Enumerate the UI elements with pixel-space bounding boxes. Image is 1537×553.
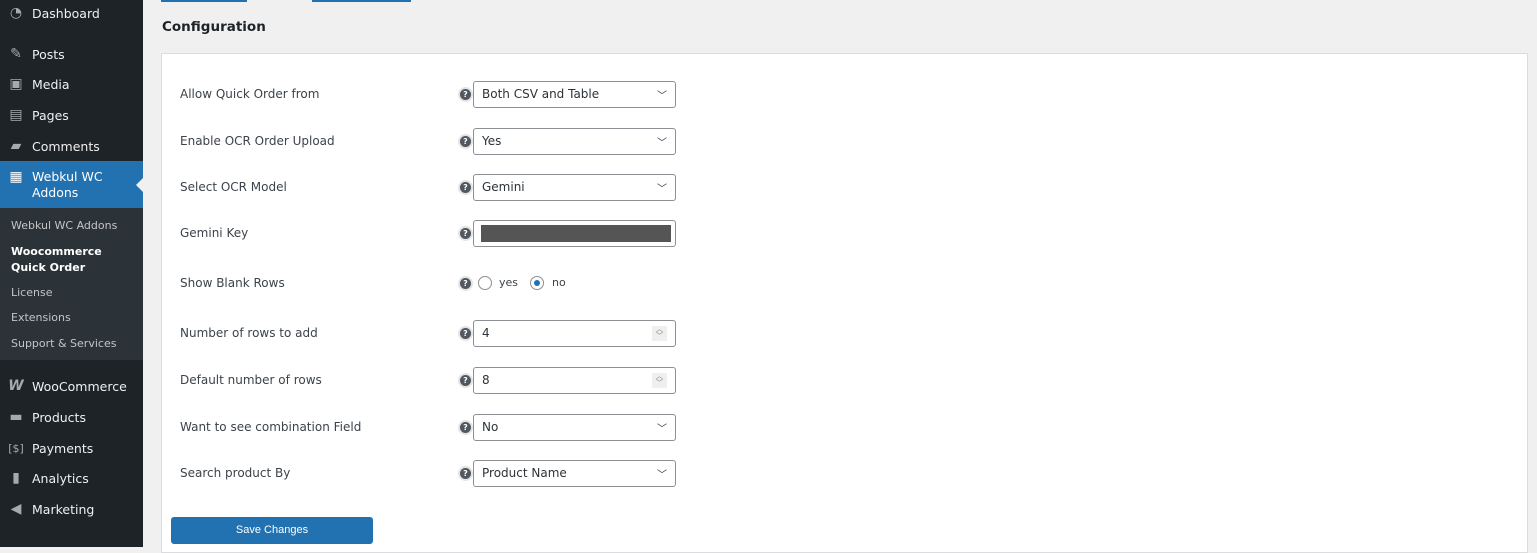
dashboard-icon: ◔ <box>9 5 23 21</box>
help-icon[interactable]: ? <box>460 136 471 147</box>
sidebar-item-comments[interactable]: ▰ Comments <box>0 131 143 161</box>
submenu-webkul-addons[interactable]: Webkul WC Addons <box>11 218 139 234</box>
dollar-icon: [$] <box>8 441 24 455</box>
radio-no[interactable] <box>530 276 544 290</box>
top-link-underline[interactable] <box>312 0 411 2</box>
radio-yes[interactable] <box>478 276 492 290</box>
rows-to-add-input[interactable]: 4 ︿ ﹀ <box>473 320 676 347</box>
save-changes-button[interactable]: Save Changes <box>171 517 373 544</box>
row-enable-ocr: Enable OCR Order Upload ? Yes ﹀ <box>162 128 1527 155</box>
help-icon[interactable]: ? <box>460 422 471 433</box>
submenu-extensions[interactable]: Extensions <box>11 310 139 326</box>
page-title: Configuration <box>162 19 266 35</box>
allow-quick-order-select[interactable]: Both CSV and Table ﹀ <box>473 81 676 108</box>
sidebar-item-analytics[interactable]: ▮ Analytics <box>0 463 143 493</box>
row-search-product-by: Search product By ? Product Name ﹀ <box>162 460 1527 487</box>
pin-icon: ✎ <box>10 46 22 62</box>
sidebar-item-payments[interactable]: [$] Payments <box>0 433 143 463</box>
enable-ocr-select[interactable]: Yes ﹀ <box>473 128 676 155</box>
help-icon[interactable]: ? <box>460 328 471 339</box>
top-link-underline[interactable] <box>161 0 247 2</box>
row-combination-field: Want to see combination Field ? No ﹀ <box>162 414 1527 441</box>
sidebar-item-woocommerce[interactable]: W WooCommerce <box>0 371 143 401</box>
submenu-license[interactable]: License <box>11 285 139 301</box>
row-ocr-model: Select OCR Model ? Gemini ﹀ <box>162 174 1527 201</box>
pages-icon: ▤ <box>9 107 23 123</box>
help-icon[interactable]: ? <box>460 375 471 386</box>
default-rows-input[interactable]: 8 ︿ ﹀ <box>473 367 676 394</box>
sidebar-item-posts[interactable]: ✎ Posts <box>0 39 143 69</box>
sidebar-item-products[interactable]: ▬ Products <box>0 402 143 432</box>
sidebar-item-dashboard[interactable]: ◔ Dashboard <box>0 0 143 28</box>
search-product-by-select[interactable]: Product Name ﹀ <box>473 460 676 487</box>
chevron-down-icon: ﹀ <box>657 138 667 149</box>
gemini-key-input[interactable] <box>473 220 676 247</box>
woo-icon: W <box>8 378 24 394</box>
masked-key <box>481 225 671 242</box>
bar-chart-icon: ▮ <box>12 470 20 486</box>
ocr-model-select[interactable]: Gemini ﹀ <box>473 174 676 201</box>
chevron-down-icon: ﹀ <box>657 424 667 435</box>
archive-icon: ▬ <box>9 409 23 425</box>
spinner-icon[interactable]: ︿ ﹀ <box>652 373 667 388</box>
row-default-rows: Default number of rows ? 8 ︿ ﹀ <box>162 367 1527 394</box>
media-icon: ▣ <box>9 76 23 92</box>
chevron-down-icon: ﹀ <box>657 470 667 481</box>
webkul-bag-icon: ▦ <box>9 169 23 185</box>
settings-panel: Allow Quick Order from ? Both CSV and Ta… <box>161 53 1528 553</box>
chevron-down-icon: ﹀ <box>657 91 667 102</box>
sidebar-item-marketing[interactable]: ◀ Marketing <box>0 494 143 524</box>
spinner-icon[interactable]: ︿ ﹀ <box>652 326 667 341</box>
admin-sidebar: ◔ Dashboard ✎ Posts ▣ Media ▤ Pages ▰ Comment… <box>0 0 143 547</box>
sidebar-item-pages[interactable]: ▤ Pages <box>0 100 143 130</box>
submenu-quick-order[interactable]: Woocommerce Quick Order <box>11 244 139 276</box>
help-icon[interactable]: ? <box>460 468 471 479</box>
row-rows-to-add: Number of rows to add ? 4 ︿ ﹀ <box>162 320 1527 347</box>
row-show-blank-rows: Show Blank Rows ? yes no <box>180 276 566 290</box>
row-allow-quick-order: Allow Quick Order from ? Both CSV and Ta… <box>162 81 1527 108</box>
row-gemini-key: Gemini Key ? <box>162 220 1527 247</box>
help-icon[interactable]: ? <box>460 278 471 289</box>
sidebar-item-webkul-addons[interactable]: ▦ Webkul WC Addons <box>0 161 143 208</box>
comment-icon: ▰ <box>10 138 22 154</box>
submenu: Webkul WC Addons Woocommerce Quick Order… <box>0 208 143 360</box>
help-icon[interactable]: ? <box>460 228 471 239</box>
help-icon[interactable]: ? <box>460 182 471 193</box>
submenu-support[interactable]: Support & Services <box>11 336 139 352</box>
combination-field-select[interactable]: No ﹀ <box>473 414 676 441</box>
help-icon[interactable]: ? <box>460 89 471 100</box>
megaphone-icon: ◀ <box>10 501 22 517</box>
chevron-down-icon: ﹀ <box>657 184 667 195</box>
sidebar-item-media[interactable]: ▣ Media <box>0 69 143 99</box>
